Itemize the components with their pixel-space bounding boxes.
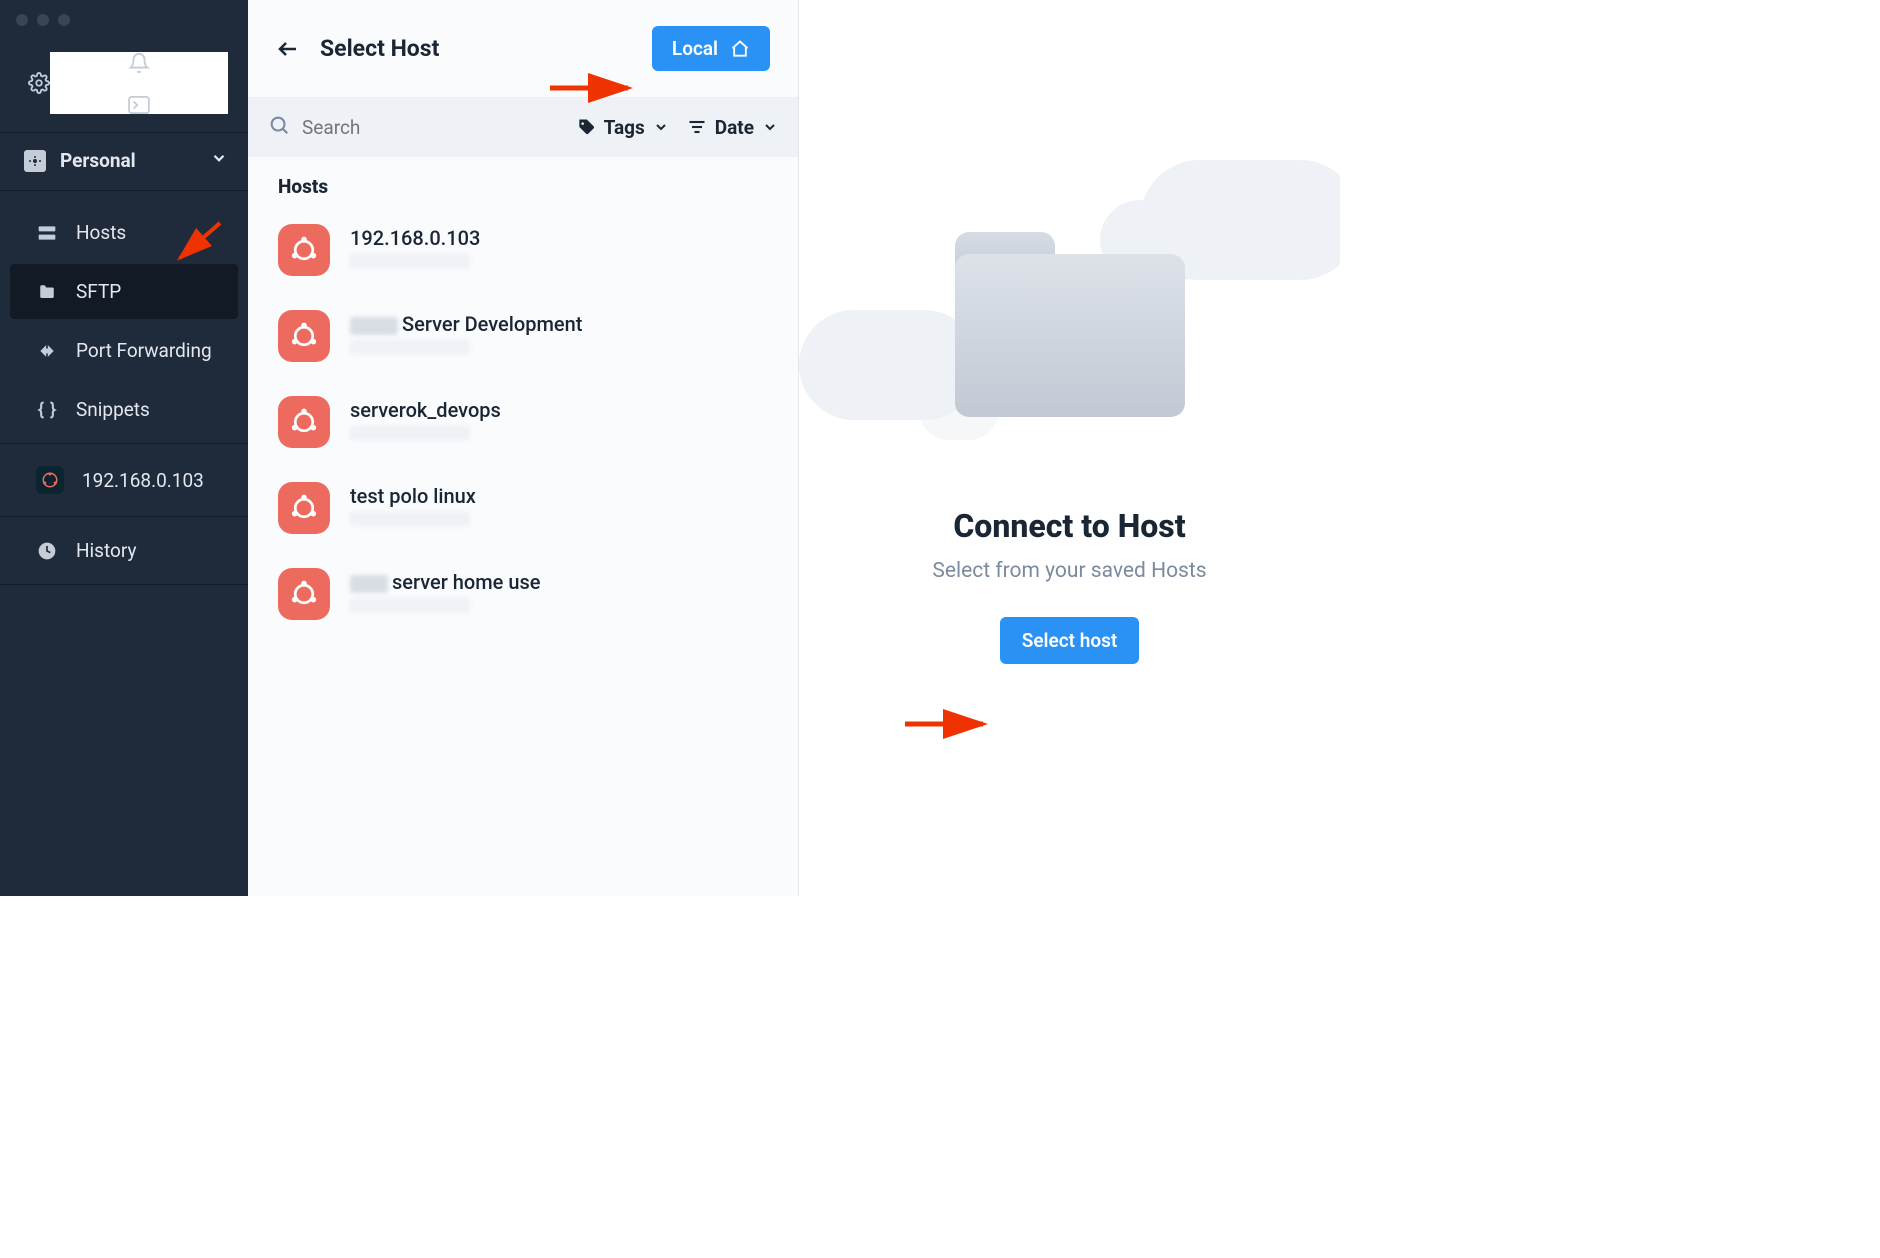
host-title: server home use — [392, 570, 541, 594]
panel-title: Select Host — [320, 35, 439, 62]
nav-item-label: Hosts — [76, 221, 126, 244]
nav-sftp[interactable]: SFTP — [10, 264, 238, 319]
local-button[interactable]: Local — [652, 26, 770, 71]
nav-item-label: Port Forwarding — [76, 339, 212, 362]
tag-icon — [576, 117, 596, 137]
folder-illustration — [955, 232, 1185, 417]
sidebar: Personal Hosts SFTP — [0, 0, 248, 896]
workspace-selector[interactable]: Personal — [0, 133, 248, 190]
chevron-down-icon — [762, 119, 778, 135]
host-row[interactable]: server home use — [278, 554, 768, 640]
host-subtitle-redacted — [350, 254, 470, 268]
traffic-dot — [16, 14, 28, 26]
search-input[interactable] — [302, 116, 547, 139]
ubuntu-icon — [278, 310, 330, 362]
host-title: test polo linux — [350, 484, 476, 508]
search-icon[interactable] — [268, 114, 290, 140]
host-subtitle-redacted — [350, 426, 470, 440]
ubuntu-icon — [278, 396, 330, 448]
host-row[interactable]: test polo linux — [278, 468, 768, 554]
bell-icon[interactable] — [128, 52, 150, 74]
braces-icon — [36, 400, 58, 420]
sort-icon — [687, 117, 707, 137]
nav-snippets[interactable]: Snippets — [10, 382, 238, 437]
connect-panel: Connect to Host Select from your saved H… — [799, 0, 1340, 896]
host-row[interactable]: serverok_devops — [278, 382, 768, 468]
host-title: Server Development — [402, 312, 582, 336]
host-title: serverok_devops — [350, 398, 501, 422]
ubuntu-icon — [278, 224, 330, 276]
nav-history[interactable]: History — [10, 523, 238, 578]
ubuntu-icon — [278, 482, 330, 534]
filter-label: Tags — [604, 116, 645, 139]
button-label: Local — [672, 37, 718, 60]
workspace-icon — [24, 150, 46, 172]
host-list-panel: Select Host Local Tags Date — [248, 0, 799, 896]
chevron-down-icon — [210, 149, 228, 172]
cloud-illustration — [799, 0, 1340, 896]
workspace-label: Personal — [60, 149, 136, 172]
traffic-dot — [58, 14, 70, 26]
host-prefix-redacted — [350, 317, 398, 335]
traffic-dot — [37, 14, 49, 26]
host-row[interactable]: 192.168.0.103 — [278, 210, 768, 296]
window-traffic-lights — [0, 0, 248, 30]
terminal-icon[interactable] — [128, 96, 150, 114]
ubuntu-icon — [278, 568, 330, 620]
home-icon — [730, 39, 750, 59]
host-prefix-redacted — [350, 575, 388, 593]
folder-icon — [36, 283, 58, 301]
nav-item-label: 192.168.0.103 — [82, 469, 204, 492]
host-subtitle-redacted — [350, 598, 470, 612]
forward-icon — [36, 341, 58, 361]
chevron-down-icon — [653, 119, 669, 135]
ubuntu-icon — [36, 466, 64, 494]
host-row[interactable]: Server Development — [278, 296, 768, 382]
filter-label: Date — [715, 116, 754, 139]
hosts-heading: Hosts — [278, 175, 768, 198]
nav-item-label: Snippets — [76, 398, 150, 421]
nav-item-label: History — [76, 539, 136, 562]
date-filter[interactable]: Date — [687, 116, 778, 139]
nav-hosts[interactable]: Hosts — [10, 205, 238, 260]
host-subtitle-redacted — [350, 340, 470, 354]
host-title: 192.168.0.103 — [350, 226, 480, 250]
nav-connection[interactable]: 192.168.0.103 — [10, 450, 238, 510]
tags-filter[interactable]: Tags — [576, 116, 669, 139]
nav-item-label: SFTP — [76, 280, 121, 303]
settings-icon[interactable] — [28, 72, 50, 94]
nav-port-forwarding[interactable]: Port Forwarding — [10, 323, 238, 378]
hosts-icon — [36, 223, 58, 243]
back-arrow-icon[interactable] — [276, 37, 300, 61]
host-subtitle-redacted — [350, 512, 470, 526]
clock-icon — [36, 541, 58, 561]
